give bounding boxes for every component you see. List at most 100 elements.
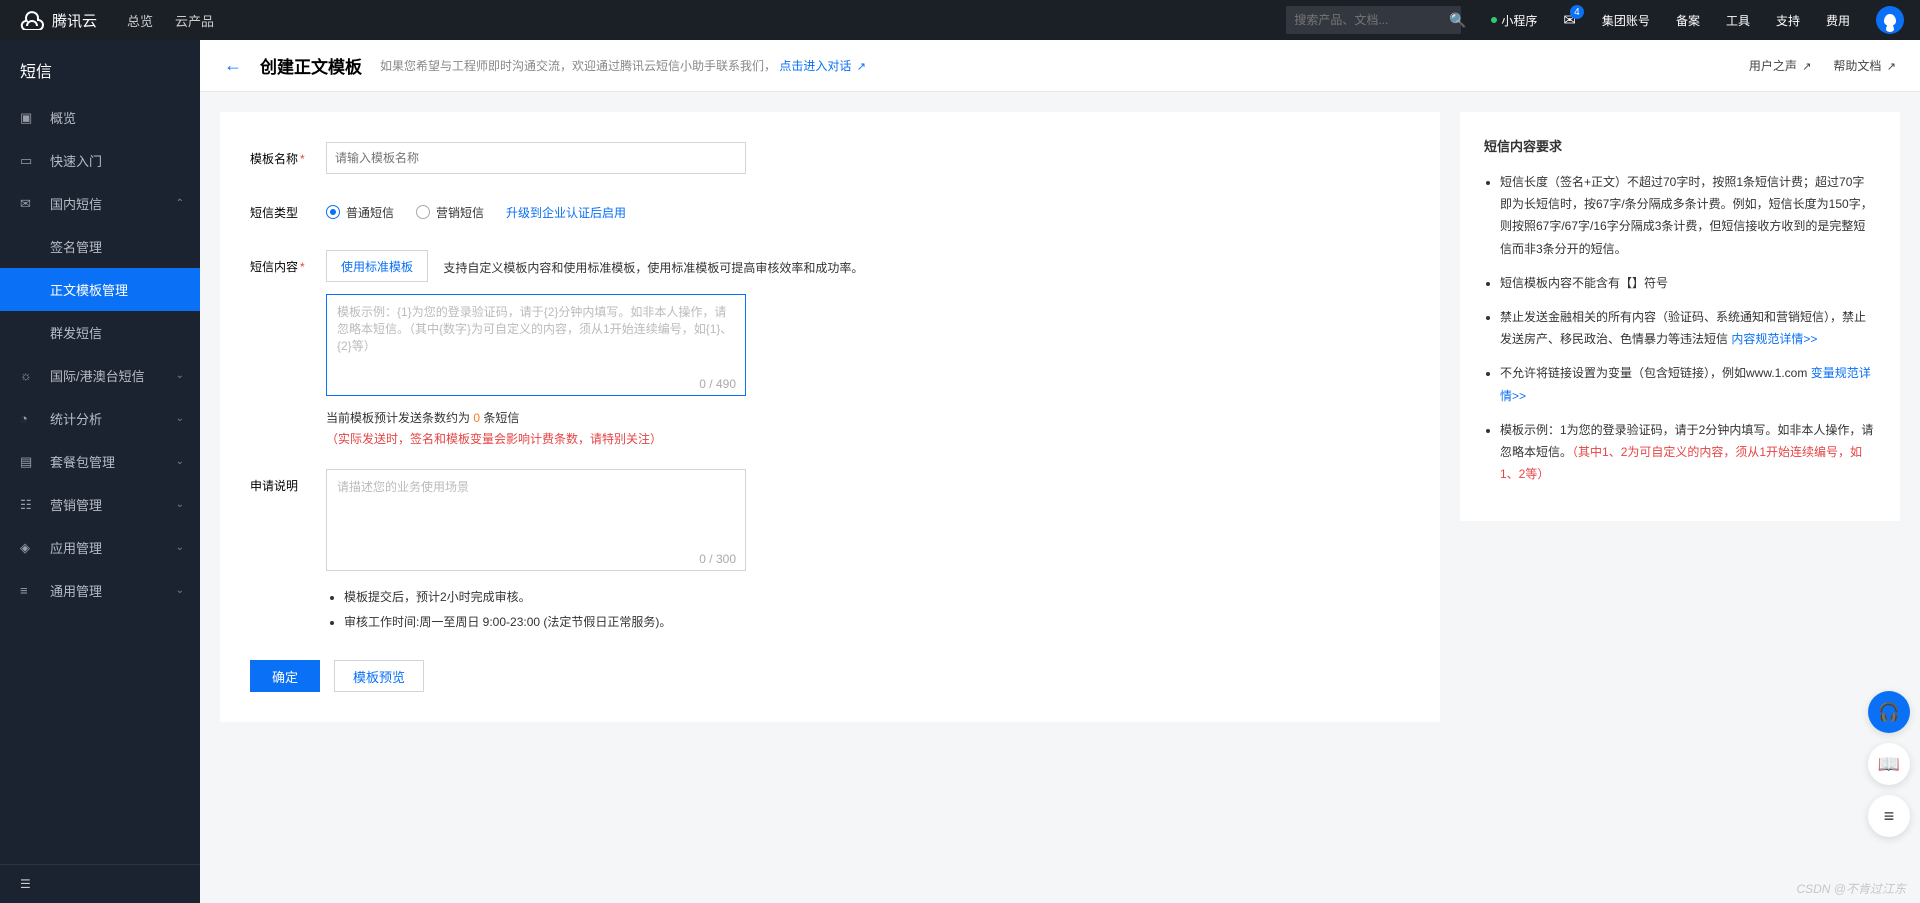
preview-button[interactable]: 模板预览	[334, 660, 424, 692]
chevron-down-icon: ⌄	[176, 456, 184, 467]
warn-line: （实际发送时，签名和模板变量会影响计费条数，请特别关注）	[326, 430, 886, 447]
voice-link-label: 用户之声	[1749, 59, 1797, 73]
nav-overview[interactable]: 总览	[127, 11, 153, 30]
top-nav: 总览 云产品	[127, 11, 214, 30]
sidebar-item-apps[interactable]: ◈应用管理⌄	[0, 526, 200, 569]
sidebar-item-package[interactable]: ▤ 套餐包管理 ⌄	[0, 440, 200, 483]
mini-label: 小程序	[1501, 12, 1537, 29]
sidebar-item-marketing[interactable]: ☷营销管理⌄	[0, 483, 200, 526]
rule-item: 不允许将链接设置为变量（包含短链接），例如www.1.com 变量规范详情>>	[1500, 362, 1876, 406]
mini-program[interactable]: 小程序	[1491, 12, 1537, 29]
radio-normal-sms[interactable]: 普通短信	[326, 204, 394, 221]
globe-icon: ☼	[20, 368, 38, 383]
sidebar-title: 短信	[0, 40, 200, 96]
avatar[interactable]	[1876, 6, 1904, 34]
sidebar-item-quickstart[interactable]: ▭ 快速入门	[0, 139, 200, 182]
mail-icon: ✉	[20, 196, 38, 212]
radio-marketing-sms[interactable]: 营销短信	[416, 204, 484, 221]
form-panel: 模板名称* 短信类型 普通短信 营销短信 升级到企业认证后启用 短信内容* 使用…	[220, 112, 1440, 722]
rule-item: 短信模板内容不能含有【】符号	[1500, 272, 1876, 294]
search-input[interactable]	[1294, 13, 1449, 27]
search-icon[interactable]: 🔍	[1449, 12, 1466, 29]
nav-products[interactable]: 云产品	[175, 11, 214, 30]
msg-badge: 4	[1570, 5, 1584, 19]
sidebar-item-overview[interactable]: ▣ 概览	[0, 96, 200, 139]
rules-panel: 短信内容要求 短信长度（签名+正文）不超过70字时，按照1条短信计费；超过70字…	[1460, 112, 1900, 521]
sidebar-item-label: 国际/港澳台短信	[50, 366, 145, 385]
help-docs-link[interactable]: 帮助文档 ↗	[1833, 57, 1896, 74]
brand-name: 腾讯云	[52, 10, 97, 31]
dashboard-icon: ▣	[20, 110, 38, 126]
sidebar-item-general[interactable]: ≡通用管理⌄	[0, 569, 200, 612]
bullet-item: 模板提交后，预计2小时完成审核。	[344, 588, 886, 605]
link-billing[interactable]: 费用	[1826, 12, 1850, 29]
page-subtitle-text: 如果您希望与工程师即时沟通交流，欢迎通过腾讯云短信小助手联系我们，	[380, 59, 776, 73]
radio-icon	[416, 205, 430, 219]
sidebar-item-label: 快速入门	[50, 151, 102, 170]
back-arrow-icon[interactable]: ←	[224, 55, 242, 76]
package-icon: ▤	[20, 454, 38, 470]
external-icon: ↗	[1802, 61, 1811, 73]
contact-link[interactable]: 点击进入对话 ↗	[779, 59, 866, 73]
external-icon: ↗	[857, 61, 866, 73]
book-icon: ▭	[20, 153, 38, 169]
support-float-icon[interactable]: 🎧	[1868, 691, 1910, 733]
search-box[interactable]: 🔍	[1286, 6, 1461, 34]
content-textarea-wrap: 0 / 490	[326, 294, 746, 399]
content-spec-link[interactable]: 内容规范详情>>	[1731, 332, 1817, 346]
chevron-down-icon: ⌄	[176, 542, 184, 553]
sidebar-item-label: 概览	[50, 108, 76, 127]
sidebar-item-label: 签名管理	[50, 237, 102, 256]
voice-link[interactable]: 用户之声 ↗	[1749, 57, 1812, 74]
radio-icon	[326, 205, 340, 219]
label-sms-content: 短信内容*	[250, 250, 326, 447]
sidebar-item-template[interactable]: 正文模板管理	[0, 268, 200, 311]
apply-textarea-wrap: 0 / 300	[326, 469, 746, 574]
apply-textarea[interactable]	[326, 469, 746, 571]
page-header: ← 创建正文模板 如果您希望与工程师即时沟通交流，欢迎通过腾讯云短信小助手联系我…	[200, 40, 1920, 92]
row-template-name: 模板名称*	[250, 142, 1410, 174]
content: 模板名称* 短信类型 普通短信 营销短信 升级到企业认证后启用 短信内容* 使用…	[200, 92, 1920, 742]
confirm-button[interactable]: 确定	[250, 660, 320, 692]
sidebar-footer: ☰	[0, 864, 200, 903]
collapse-icon[interactable]: ☰	[20, 877, 31, 891]
sidebar-item-bulk[interactable]: 群发短信	[0, 311, 200, 354]
chevron-down-icon: ⌄	[176, 499, 184, 510]
sidebar-item-label: 通用管理	[50, 581, 102, 600]
settings-icon: ≡	[20, 583, 38, 598]
marketing-icon: ☷	[20, 497, 38, 513]
apply-bullets: 模板提交后，预计2小时完成审核。 审核工作时间:周一至周日 9:00-23:00…	[326, 588, 886, 630]
cloud-icon	[20, 10, 44, 30]
content-hint: 支持自定义模板内容和使用标准模板，使用标准模板可提高审核效率和成功率。	[443, 259, 863, 276]
chevron-down-icon: ⌄	[176, 413, 184, 424]
link-tools[interactable]: 工具	[1726, 12, 1750, 29]
input-template-name[interactable]	[326, 142, 746, 174]
status-dot-icon	[1491, 17, 1497, 23]
rules-title: 短信内容要求	[1484, 136, 1876, 155]
sidebar-item-label: 套餐包管理	[50, 452, 115, 471]
sidebar-item-intl-sms[interactable]: ☼国际/港澳台短信⌄	[0, 354, 200, 397]
header-right: 🔍 小程序 ✉ 4 集团账号 备案 工具 支持 费用	[1286, 6, 1904, 34]
bullet-item: 审核工作时间:周一至周日 9:00-23:00 (法定节假日正常服务)。	[344, 613, 886, 630]
sidebar-item-signature[interactable]: 签名管理	[0, 225, 200, 268]
rule-item: 模板示例：1为您的登录验证码，请于2分钟内填写。如非本人操作，请忽略本短信。（其…	[1500, 419, 1876, 486]
link-beian[interactable]: 备案	[1676, 12, 1700, 29]
brand-logo[interactable]: 腾讯云	[20, 10, 97, 31]
rule-item: 禁止发送金融相关的所有内容（验证码、系统通知和营销短信），禁止发送房产、移民政治…	[1500, 306, 1876, 350]
sidebar-item-domestic-sms[interactable]: ✉国内短信⌃	[0, 182, 200, 225]
apps-icon: ◈	[20, 540, 38, 556]
content-textarea[interactable]	[326, 294, 746, 396]
sidebar: 短信 ▣ 概览 ▭ 快速入门 ✉国内短信⌃ 签名管理 正文模板管理 群发短信 ☼ 国际…	[0, 40, 200, 903]
docs-float-icon[interactable]: 📖	[1868, 743, 1910, 785]
sidebar-menu: ▣ 概览 ▭ 快速入门 ✉国内短信⌃ 签名管理 正文模板管理 群发短信 ☼ 国际/港澳…	[0, 96, 200, 864]
account-link[interactable]: 集团账号	[1602, 12, 1650, 29]
radio-label: 普通短信	[346, 204, 394, 221]
std-template-button[interactable]: 使用标准模板	[326, 250, 428, 282]
page-subtitle: 如果您希望与工程师即时沟通交流，欢迎通过腾讯云短信小助手联系我们， 点击进入对话…	[380, 57, 866, 74]
radio-label: 营销短信	[436, 204, 484, 221]
sidebar-item-stats[interactable]: ◔统计分析⌄	[0, 397, 200, 440]
upgrade-link[interactable]: 升级到企业认证后启用	[506, 204, 626, 221]
messages-icon[interactable]: ✉ 4	[1563, 11, 1576, 29]
menu-float-icon[interactable]: ≡	[1868, 795, 1910, 837]
link-support[interactable]: 支持	[1776, 12, 1800, 29]
